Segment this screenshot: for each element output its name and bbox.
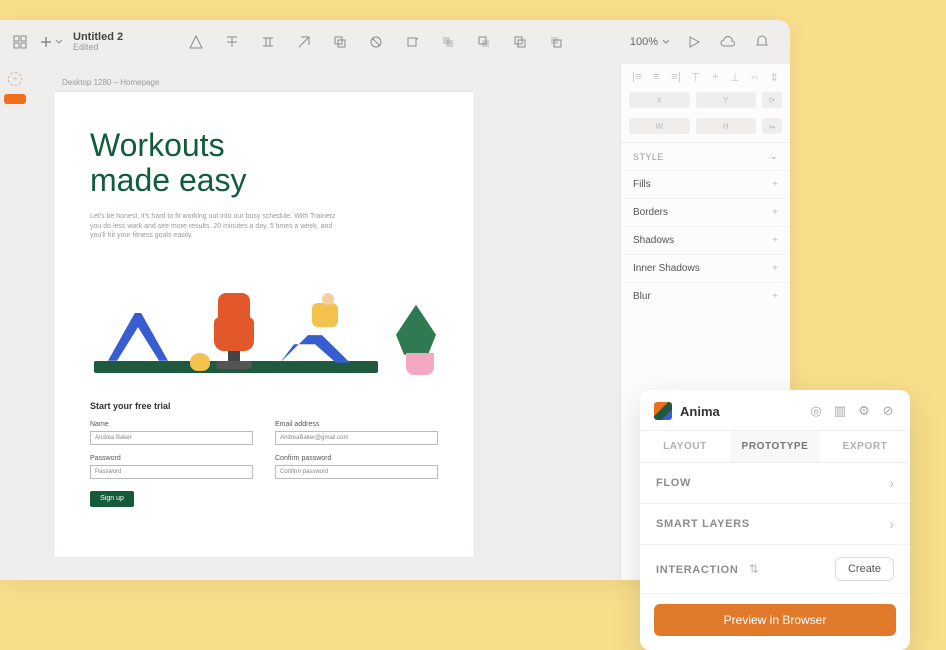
grid-icon[interactable] (10, 32, 30, 52)
align-controls: |≡ ≡ ≡| ⊤ + ⊥ ⇔ ⇕ (621, 64, 790, 90)
sort-icon[interactable]: ⇅ (749, 562, 759, 576)
chevron-right-icon: › (889, 475, 894, 491)
intersect-tool-icon[interactable] (510, 32, 530, 52)
close-icon[interactable]: ⊘ (880, 403, 896, 419)
confirm-password-field: Confirm password Confirm password (275, 455, 438, 479)
shape-tool-icon[interactable] (186, 32, 206, 52)
align-middle-icon[interactable]: + (708, 70, 722, 84)
anima-logo-icon (654, 402, 672, 420)
hero-illustration (90, 259, 438, 379)
zoom-value: 100% (630, 36, 658, 48)
anima-tabs: LAYOUT PROTOTYPE EXPORT (640, 430, 910, 463)
tab-export[interactable]: EXPORT (820, 431, 910, 462)
plus-icon[interactable]: + (772, 291, 778, 302)
confirm-label: Confirm password (275, 455, 438, 462)
bell-icon[interactable] (752, 32, 772, 52)
style-section-header: STYLE ⌄ (621, 142, 790, 170)
align-top-icon[interactable]: ⊤ (689, 70, 703, 84)
page-thumbnail[interactable] (4, 94, 26, 104)
w-input[interactable]: W (629, 118, 690, 134)
distribute-tool-icon[interactable] (258, 32, 278, 52)
top-toolbar: Untitled 2 Edited 100% (0, 20, 790, 64)
chevron-right-icon: › (889, 516, 894, 532)
align-tool-icon[interactable] (222, 32, 242, 52)
create-button[interactable]: Create (835, 557, 894, 581)
distribute-v-icon[interactable]: ⇕ (767, 70, 781, 84)
email-field: Email address AndreaBaker@gmail.com (275, 421, 438, 445)
tab-layout[interactable]: LAYOUT (640, 431, 730, 462)
email-input[interactable]: AndreaBaker@gmail.com (275, 431, 438, 445)
vector-tool-icon[interactable] (294, 32, 314, 52)
borders-row[interactable]: Borders+ (621, 198, 790, 226)
confirm-input[interactable]: Confirm password (275, 465, 438, 479)
plus-icon[interactable]: + (772, 235, 778, 246)
preview-in-browser-button[interactable]: Preview in Browser (654, 604, 896, 636)
crop-tool-icon[interactable] (402, 32, 422, 52)
password-input[interactable]: Password (90, 465, 253, 479)
form-title: Start your free trial (90, 401, 438, 411)
angle-icon[interactable]: ⟳ (762, 92, 782, 108)
tab-prototype[interactable]: PROTOTYPE (730, 431, 820, 462)
name-field: Name Andrea Baker (90, 421, 253, 445)
shadows-row[interactable]: Shadows+ (621, 226, 790, 254)
align-right-icon[interactable]: ≡| (669, 70, 683, 84)
flow-row[interactable]: FLOW › (640, 463, 910, 504)
anima-title: Anima (680, 404, 800, 419)
smart-layers-row[interactable]: SMART LAYERS › (640, 504, 910, 545)
subtract-tool-icon[interactable] (474, 32, 494, 52)
signup-button[interactable]: Sign up (90, 491, 134, 507)
document-title-block[interactable]: Untitled 2 Edited (73, 31, 123, 53)
y-input[interactable]: Y (696, 92, 757, 108)
artboard-label: Desktop 1280 – Homepage (62, 78, 596, 87)
left-sidebar (0, 64, 30, 580)
anima-plugin-panel: Anima ◎ ▥ ⚙ ⊘ LAYOUT PROTOTYPE EXPORT FL… (640, 390, 910, 650)
interaction-row: INTERACTION ⇅ Create (640, 545, 910, 594)
gear-icon[interactable]: ⚙ (856, 403, 872, 419)
zoom-control[interactable]: 100% (630, 36, 670, 48)
h-input[interactable]: H (696, 118, 757, 134)
plus-icon[interactable]: + (772, 263, 778, 274)
panel-icon[interactable]: ▥ (832, 403, 848, 419)
password-field: Password Password (90, 455, 253, 479)
align-bottom-icon[interactable]: ⊥ (728, 70, 742, 84)
mask-tool-icon[interactable] (366, 32, 386, 52)
plus-icon[interactable]: + (772, 207, 778, 218)
x-input[interactable]: X (629, 92, 690, 108)
document-subtitle: Edited (73, 43, 123, 53)
align-center-icon[interactable]: ≡ (649, 70, 663, 84)
blur-row[interactable]: Blur+ (621, 282, 790, 310)
group-tool-icon[interactable] (330, 32, 350, 52)
fills-row[interactable]: Fills+ (621, 170, 790, 198)
lock-aspect-icon[interactable]: ⇋ (762, 118, 782, 134)
artboard[interactable]: Workouts made easy Let's be honest, it's… (54, 92, 474, 557)
inner-shadows-row[interactable]: Inner Shadows+ (621, 254, 790, 282)
plus-icon[interactable]: + (772, 179, 778, 190)
name-input[interactable]: Andrea Baker (90, 431, 253, 445)
chevron-down-icon[interactable]: ⌄ (770, 151, 778, 162)
union-tool-icon[interactable] (438, 32, 458, 52)
play-icon[interactable] (684, 32, 704, 52)
canvas[interactable]: Desktop 1280 – Homepage Workouts made ea… (30, 64, 620, 580)
add-button[interactable] (40, 36, 63, 48)
align-left-icon[interactable]: |≡ (630, 70, 644, 84)
password-label: Password (90, 455, 253, 462)
add-page-button[interactable] (8, 72, 22, 86)
email-label: Email address (275, 421, 438, 428)
subcopy: Let's be honest, it's hard to fit workin… (90, 212, 340, 240)
cloud-icon[interactable] (718, 32, 738, 52)
target-icon[interactable]: ◎ (808, 403, 824, 419)
headline: Workouts made easy (90, 128, 438, 198)
name-label: Name (90, 421, 253, 428)
chevron-down-icon (662, 38, 670, 46)
difference-tool-icon[interactable] (546, 32, 566, 52)
distribute-h-icon[interactable]: ⇔ (748, 70, 762, 84)
